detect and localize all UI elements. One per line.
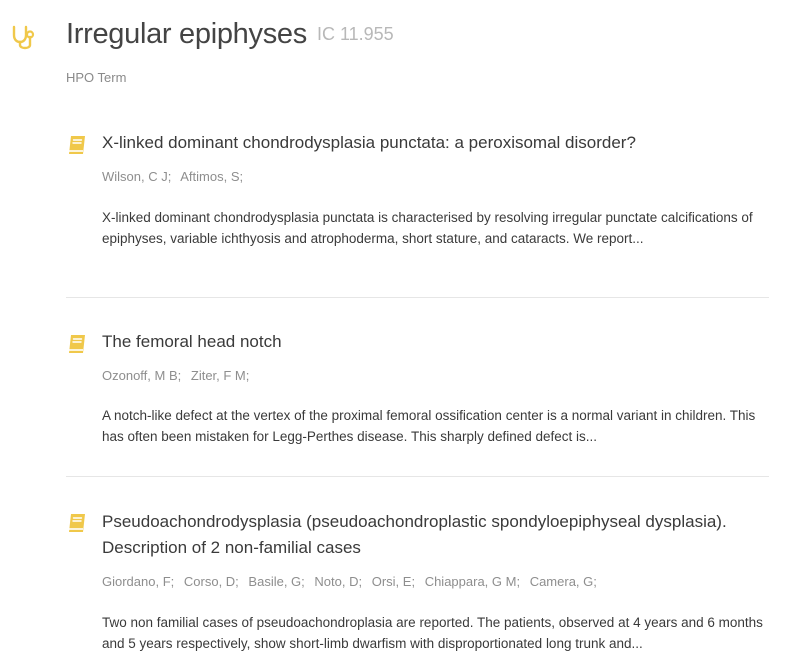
author-link[interactable]: Aftimos, S;	[180, 169, 243, 184]
author-link[interactable]: Noto, D;	[314, 574, 362, 589]
divider	[66, 476, 769, 477]
article-authors: Wilson, C J; Aftimos, S;	[102, 169, 249, 184]
article-title[interactable]: Pseudoachondrodysplasia (pseudoachondrop…	[102, 509, 772, 561]
article-abstract: A notch-like defect at the vertex of the…	[102, 408, 756, 444]
book-icon	[69, 514, 85, 532]
author-link[interactable]: Corso, D;	[184, 574, 239, 589]
divider	[66, 297, 769, 298]
page-title: Irregular epiphyses IC 11.955	[66, 18, 394, 51]
book-icon	[69, 136, 85, 154]
author-link[interactable]: Ozonoff, M B;	[102, 368, 181, 383]
author-link[interactable]: Giordano, F;	[102, 574, 174, 589]
author-link[interactable]: Wilson, C J;	[102, 169, 171, 184]
author-link[interactable]: Orsi, E;	[372, 574, 415, 589]
article-abstract: Two non familial cases of pseudoachondro…	[102, 615, 763, 651]
article-title[interactable]: X-linked dominant chondrodysplasia punct…	[102, 130, 772, 156]
article-abstract: X-linked dominant chondrodysplasia punct…	[102, 210, 753, 246]
ic-score: IC 11.955	[316, 24, 394, 44]
article-authors: Giordano, F; Corso, D; Basile, G; Noto, …	[102, 574, 603, 589]
author-link[interactable]: Chiappara, G M;	[425, 574, 520, 589]
article-title[interactable]: The femoral head notch	[102, 329, 772, 355]
term-header: Irregular epiphyses IC 11.955 HPO Term	[0, 0, 790, 110]
author-link[interactable]: Basile, G;	[248, 574, 304, 589]
book-icon	[69, 335, 85, 353]
article-authors: Ozonoff, M B; Ziter, F M;	[102, 368, 255, 383]
author-link[interactable]: Camera, G;	[530, 574, 597, 589]
stethoscope-icon	[12, 25, 35, 50]
author-link[interactable]: Ziter, F M;	[191, 368, 250, 383]
term-name: Irregular epiphyses	[66, 18, 307, 50]
term-type: HPO Term	[66, 70, 127, 85]
